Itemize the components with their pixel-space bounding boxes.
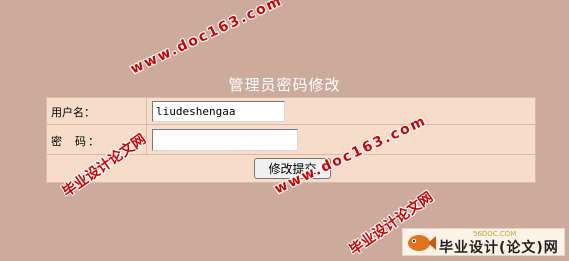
fish-logo-icon: [408, 235, 436, 251]
page-title: 管理员密码修改: [228, 76, 341, 94]
page-canvas: 管理员密码修改 用户名： 密 码： 修改提交 www.doc163.com 毕业…: [0, 0, 569, 261]
logo-text: 毕业设计(论文)网: [439, 240, 559, 256]
watermark-url-top: www.doc163.com: [128, 0, 286, 78]
username-label: 用户名：: [51, 106, 95, 119]
username-row: 用户名：: [47, 98, 535, 125]
password-change-form: 用户名： 密 码： 修改提交: [46, 97, 536, 183]
password-input[interactable]: [152, 129, 298, 151]
site-logo: 56DOC.COM 毕业设计(论文)网: [402, 228, 565, 256]
username-input[interactable]: [152, 101, 285, 122]
password-label: 密 码：: [51, 135, 101, 148]
